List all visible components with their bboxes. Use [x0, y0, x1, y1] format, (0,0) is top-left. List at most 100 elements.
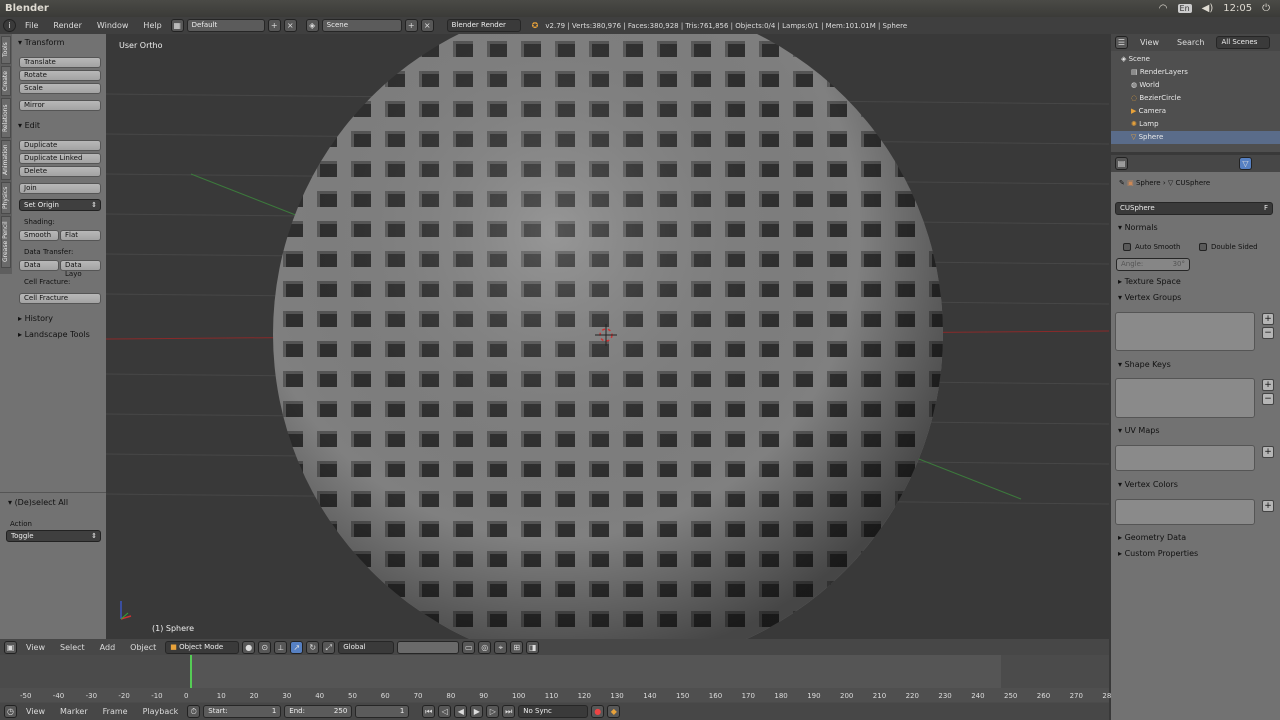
mode-select[interactable]: ■ Object Mode: [165, 640, 240, 654]
keyboard-layout[interactable]: En: [1177, 4, 1192, 13]
data-tab-icon[interactable]: ▽: [1239, 157, 1252, 170]
duplicate-button[interactable]: Duplicate: [19, 140, 101, 151]
menu-render[interactable]: Render: [47, 21, 87, 30]
scene-icon[interactable]: ◈: [305, 19, 319, 32]
outliner-view[interactable]: View: [1134, 38, 1165, 47]
vgroup-add-button[interactable]: +: [1262, 313, 1274, 325]
wifi-icon[interactable]: ◠: [1159, 3, 1168, 14]
datablock-field[interactable]: CUSphere F: [1115, 202, 1273, 215]
outliner-display-mode[interactable]: All Scenes: [1216, 36, 1271, 49]
add-scene-icon[interactable]: +: [404, 19, 418, 32]
rotate-button[interactable]: Rotate: [19, 70, 101, 81]
join-button[interactable]: Join: [19, 183, 101, 194]
sync-select[interactable]: No Sync: [518, 705, 589, 718]
vcolor-add-button[interactable]: +: [1262, 500, 1274, 512]
editor-type-icon[interactable]: ▣: [4, 640, 17, 654]
play-reverse-icon[interactable]: ◀: [454, 705, 468, 718]
edit-panel-header[interactable]: ▾ Edit: [18, 121, 40, 130]
menu-help[interactable]: Help: [137, 21, 167, 30]
outliner-row-lamp[interactable]: ✺ Lamp: [1111, 118, 1280, 131]
snap-target-icon[interactable]: ⊞: [510, 640, 524, 654]
outliner-row-scene[interactable]: ◈ Scene: [1111, 53, 1280, 66]
translate-manipulator-icon[interactable]: ↗: [290, 640, 304, 654]
record-icon[interactable]: ●: [591, 705, 605, 718]
tab-create[interactable]: Create: [1, 66, 11, 96]
landscape-panel-header[interactable]: ▸ Landscape Tools: [18, 330, 90, 339]
menu-add[interactable]: Add: [94, 643, 122, 652]
custom-properties-header[interactable]: ▸ Custom Properties: [1118, 549, 1198, 558]
pivot-point-icon[interactable]: ⊙: [258, 640, 272, 654]
end-frame-field[interactable]: End: 250: [284, 705, 353, 718]
prev-key-icon[interactable]: ◁: [438, 705, 452, 718]
range-icon[interactable]: ⏱: [187, 705, 201, 718]
timeline-editor-icon[interactable]: ◷: [4, 705, 17, 718]
mirror-button[interactable]: Mirror: [19, 100, 101, 111]
jump-start-icon[interactable]: ⏮: [422, 705, 436, 718]
geometry-data-header[interactable]: ▸ Geometry Data: [1118, 533, 1186, 542]
proportional-edit-icon[interactable]: ◎: [478, 640, 492, 654]
shapekey-add-button[interactable]: +: [1262, 379, 1274, 391]
orientation-select[interactable]: Global: [338, 640, 395, 654]
scene-field[interactable]: Scene: [321, 19, 402, 32]
duplicate-linked-button[interactable]: Duplicate Linked: [19, 153, 101, 164]
delete-button[interactable]: Delete: [19, 166, 101, 177]
data-layout-button[interactable]: Data Layo: [60, 260, 101, 278]
jump-end-icon[interactable]: ⏭: [502, 705, 516, 718]
menu-window[interactable]: Window: [91, 21, 135, 30]
remove-scene-icon[interactable]: ×: [420, 19, 434, 32]
outliner-row-world[interactable]: ◍ World: [1111, 79, 1280, 92]
lock-icon[interactable]: ▭: [462, 640, 476, 654]
shape-keys-list[interactable]: [1115, 378, 1255, 418]
vertex-colors-list[interactable]: [1115, 499, 1255, 525]
outliner-editor-icon[interactable]: ☰: [1115, 36, 1128, 49]
add-layout-icon[interactable]: +: [267, 19, 281, 32]
auto-smooth-checkbox[interactable]: Auto Smooth: [1123, 243, 1181, 251]
menu-view[interactable]: View: [20, 643, 51, 652]
data-button[interactable]: Data: [19, 260, 59, 271]
uv-maps-list[interactable]: [1115, 445, 1255, 471]
vertex-colors-header[interactable]: ▾ Vertex Colors: [1118, 480, 1178, 489]
power-icon[interactable]: ⏻: [1262, 3, 1270, 14]
cell-fracture-button[interactable]: Cell Fracture: [19, 293, 101, 304]
lattice-sphere[interactable]: [266, 34, 956, 639]
flat-button[interactable]: Flat: [60, 230, 101, 241]
outliner-row-beziercircle[interactable]: ◌ BezierCircle: [1111, 92, 1280, 105]
texture-space-header[interactable]: ▸ Texture Space: [1118, 277, 1181, 286]
tl-menu-marker[interactable]: Marker: [54, 707, 94, 716]
tab-tools[interactable]: Tools: [1, 36, 11, 64]
history-panel-header[interactable]: ▸ History: [18, 314, 53, 323]
uvmap-add-button[interactable]: +: [1262, 446, 1274, 458]
normals-panel-header[interactable]: ▾ Normals: [1118, 223, 1158, 232]
viewport-shading-icon[interactable]: ●: [242, 640, 256, 654]
tab-grease-pencil[interactable]: Grease Pencil: [1, 216, 11, 268]
vertex-groups-list[interactable]: [1115, 312, 1255, 351]
menu-select[interactable]: Select: [54, 643, 91, 652]
render-engine-select[interactable]: Blender Render: [446, 19, 521, 32]
current-frame-field[interactable]: 1: [355, 705, 410, 718]
outliner-row-renderlayers[interactable]: ▤ RenderLayers: [1111, 66, 1280, 79]
double-sided-checkbox[interactable]: Double Sided: [1199, 243, 1258, 251]
translate-button[interactable]: Translate: [19, 57, 101, 68]
uv-maps-header[interactable]: ▾ UV Maps: [1118, 426, 1159, 435]
remove-layout-icon[interactable]: ×: [283, 19, 297, 32]
smooth-button[interactable]: Smooth: [19, 230, 59, 241]
angle-field[interactable]: Angle: 30°: [1116, 258, 1190, 271]
3d-viewport[interactable]: User Ortho (1) Sphere: [106, 34, 1109, 639]
vgroup-remove-button[interactable]: −: [1262, 327, 1274, 339]
tl-menu-playback[interactable]: Playback: [137, 707, 185, 716]
current-frame-line[interactable]: [190, 655, 192, 688]
outliner[interactable]: ☰ View Search All Scenes ◈ Scene ▤ Rende…: [1111, 34, 1280, 152]
operator-panel-header[interactable]: ▾ (De)select All: [8, 498, 68, 507]
outliner-row-camera[interactable]: ▶ Camera: [1111, 105, 1280, 118]
outliner-row-sphere[interactable]: ▽ Sphere: [1111, 131, 1280, 144]
layer-buttons[interactable]: [397, 640, 460, 654]
pin-icon[interactable]: ✎: [1119, 179, 1125, 187]
outliner-search[interactable]: Search: [1171, 38, 1210, 47]
shape-keys-header[interactable]: ▾ Shape Keys: [1118, 360, 1171, 369]
volume-icon[interactable]: ◀): [1202, 3, 1214, 14]
clock[interactable]: 12:05: [1223, 3, 1252, 14]
set-origin-dropdown[interactable]: Set Origin ⇕: [19, 199, 101, 211]
tab-physics[interactable]: Physics: [1, 182, 11, 214]
scale-manipulator-icon[interactable]: ⤢: [322, 640, 336, 654]
screen-layout-field[interactable]: Default: [186, 19, 265, 32]
